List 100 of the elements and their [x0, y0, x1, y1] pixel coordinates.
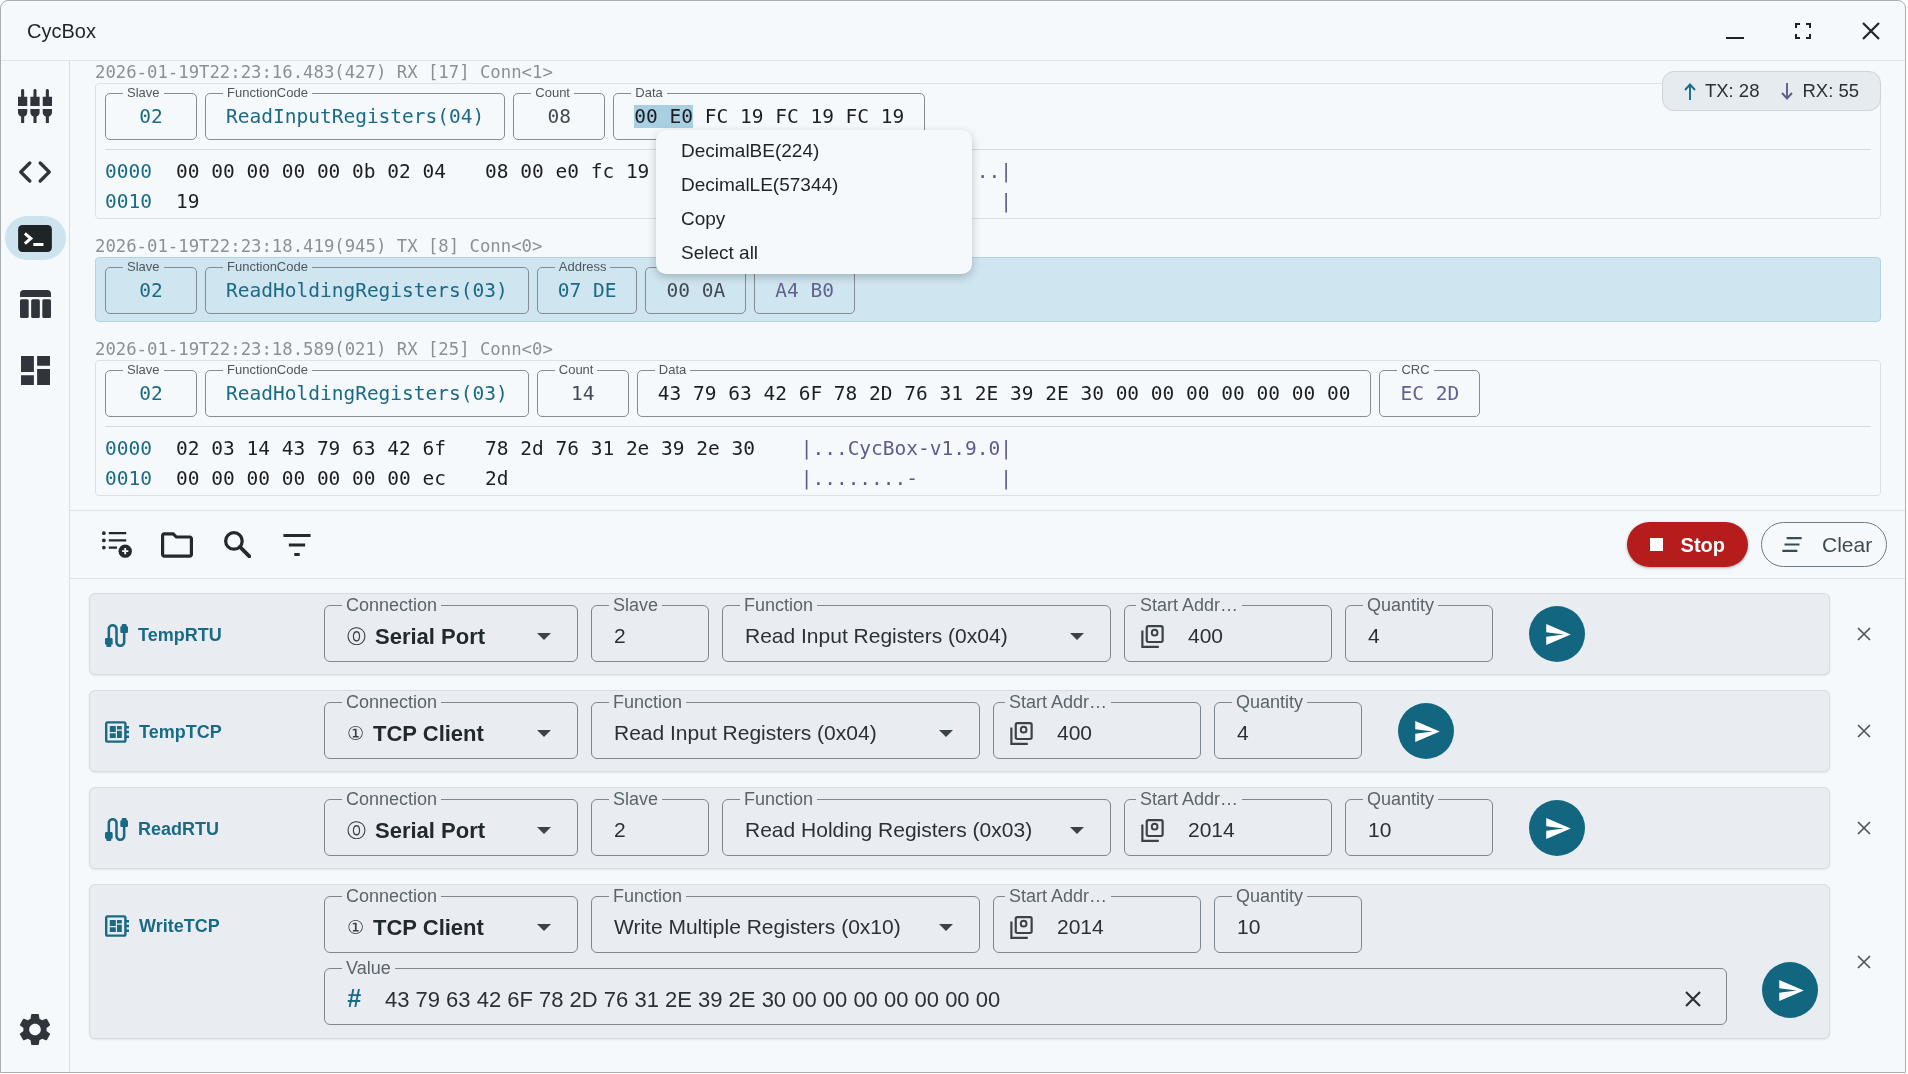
start-address-input[interactable]: Start Addr… 400: [1124, 596, 1332, 662]
start-address-input[interactable]: Start Addr… 400: [993, 693, 1201, 759]
lines-icon: [1782, 537, 1802, 552]
send-button[interactable]: [1762, 962, 1818, 1018]
hex-bytes: 08 00 e0 fc 19: [485, 160, 650, 184]
close-icon[interactable]: [1857, 627, 1871, 641]
request-name: TempTCP: [139, 720, 222, 744]
field-label: Quantity: [1366, 596, 1436, 614]
field-label: CRC: [1400, 363, 1431, 377]
plug-connectors-icon: [18, 89, 52, 123]
field-label: Connection: [345, 887, 439, 905]
hex-bytes: 2d: [485, 467, 509, 491]
field-label: Start Addr…: [1139, 790, 1240, 808]
field-value: 02: [139, 279, 163, 302]
field-label: Quantity: [1366, 790, 1436, 808]
field-label: Start Addr…: [1008, 887, 1109, 905]
clear-icon[interactable]: [1685, 991, 1701, 1007]
field-value: 14: [571, 382, 595, 405]
function-dropdown[interactable]: Function Read Holding Registers (0x03): [722, 790, 1111, 856]
field-label: Quantity: [1235, 887, 1305, 905]
field-value: 00 0A: [666, 279, 726, 302]
function-dropdown[interactable]: Function Read Input Registers (0x04): [722, 596, 1111, 662]
field-label: Count: [534, 86, 571, 100]
hex-bytes: 00 00 00 00 00 0b 02 04: [176, 160, 447, 184]
caret-icon: [537, 923, 551, 931]
hex-offset: 0000: [105, 437, 152, 461]
slave-input[interactable]: Slave 2: [591, 596, 709, 662]
field-label: FunctionCode: [226, 86, 309, 100]
close-icon[interactable]: [1857, 821, 1871, 835]
field-label: Slave: [126, 260, 161, 274]
stacked-squares-icon: [1141, 818, 1164, 842]
field-value: 02: [139, 105, 163, 128]
field-value: A4 B0: [775, 279, 834, 302]
log-entry-card[interactable]: [95, 360, 1881, 496]
send-button[interactable]: [1529, 606, 1585, 662]
arrow-down-icon: [1781, 82, 1794, 100]
hex-bytes: 00 00 00 00 00 00 00 ec: [176, 467, 447, 491]
send-button[interactable]: [1529, 800, 1585, 856]
code-icon: [19, 161, 51, 183]
arrow-up-icon: [1683, 82, 1696, 100]
function-dropdown[interactable]: Function Read Input Registers (0x04): [591, 693, 980, 759]
slave-input[interactable]: Slave 2: [591, 790, 709, 856]
connection-dropdown[interactable]: Connection ① TCP Client: [324, 887, 578, 953]
connection-dropdown[interactable]: Connection ⓪ Serial Port: [324, 790, 578, 856]
caret-icon: [1070, 826, 1084, 834]
menu-item[interactable]: DecimalBE(224): [656, 134, 972, 168]
nav-button[interactable]: [4, 216, 66, 260]
field-value: 08: [547, 105, 571, 128]
connection-dropdown[interactable]: Connection ① TCP Client: [324, 693, 578, 759]
stacked-squares-icon: [1010, 721, 1033, 745]
add-list-icon[interactable]: [102, 531, 132, 558]
start-address-input[interactable]: Start Addr… 2014: [1124, 790, 1332, 856]
settings-icon[interactable]: [19, 1013, 51, 1046]
close-icon[interactable]: [1857, 954, 1871, 969]
caret-icon: [1070, 632, 1084, 640]
field-label: Start Addr…: [1008, 693, 1109, 711]
request-name: WriteTCP: [139, 914, 220, 938]
start-address-input[interactable]: Start Addr… 2014: [993, 887, 1201, 953]
quantity-input[interactable]: Quantity 4: [1214, 693, 1362, 759]
filter-icon[interactable]: [283, 533, 311, 556]
field-label: Address: [557, 260, 608, 274]
quantity-input[interactable]: Quantity 4: [1345, 596, 1493, 662]
field-label: Slave: [612, 596, 660, 614]
ascii-text: ..|: [976, 160, 1012, 184]
field-label: FunctionCode: [226, 260, 309, 274]
close-icon[interactable]: [1857, 724, 1871, 738]
minimize-icon[interactable]: [1726, 36, 1744, 39]
close-icon[interactable]: [1862, 21, 1880, 40]
maximize-icon[interactable]: [1795, 22, 1811, 39]
dashboard-icon: [20, 355, 50, 385]
stop-button[interactable]: Stop: [1626, 522, 1748, 567]
hex-bytes: 78 2d 76 31 2e 39 2e 30: [485, 437, 756, 461]
menu-item[interactable]: DecimalLE(57344): [656, 168, 972, 202]
field-label: Quantity: [1235, 693, 1305, 711]
value-input[interactable]: Value # 43 79 63 42 6F 78 2D 76 31 2E 39 2E 30 00 00 00 00 00 00 00: [324, 959, 1727, 1025]
hex-offset: 0000: [105, 160, 152, 184]
field-label: Function: [743, 596, 815, 614]
quantity-input[interactable]: Quantity 10: [1214, 887, 1362, 953]
connection-dropdown[interactable]: Connection ⓪ Serial Port: [324, 596, 578, 662]
hex-bytes: 02 03 14 43 79 63 42 6f: [176, 437, 447, 461]
table-icon: [19, 290, 51, 318]
field-label: Slave: [126, 363, 161, 377]
quantity-input[interactable]: Quantity 10: [1345, 790, 1493, 856]
folder-icon[interactable]: [161, 531, 193, 558]
terminal-icon: [18, 224, 52, 252]
function-dropdown[interactable]: Function Write Multiple Registers (0x10): [591, 887, 980, 953]
send-button[interactable]: [1398, 703, 1454, 759]
caret-icon: [537, 826, 551, 834]
hex-offset: 0010: [105, 190, 152, 214]
send-icon: [1415, 720, 1440, 742]
search-icon[interactable]: [223, 531, 251, 558]
field-label: Function: [743, 790, 815, 808]
field-label: Data: [657, 363, 688, 377]
field-value: 07 DE: [557, 279, 617, 302]
field-value: EC 2D: [1400, 382, 1460, 405]
field-value: ReadHoldingRegisters(03): [226, 279, 508, 302]
field-label: Connection: [345, 790, 439, 808]
hex-offset: 0010: [105, 467, 152, 491]
stacked-squares-icon: [1141, 624, 1164, 648]
request-name: ReadRTU: [138, 817, 219, 841]
